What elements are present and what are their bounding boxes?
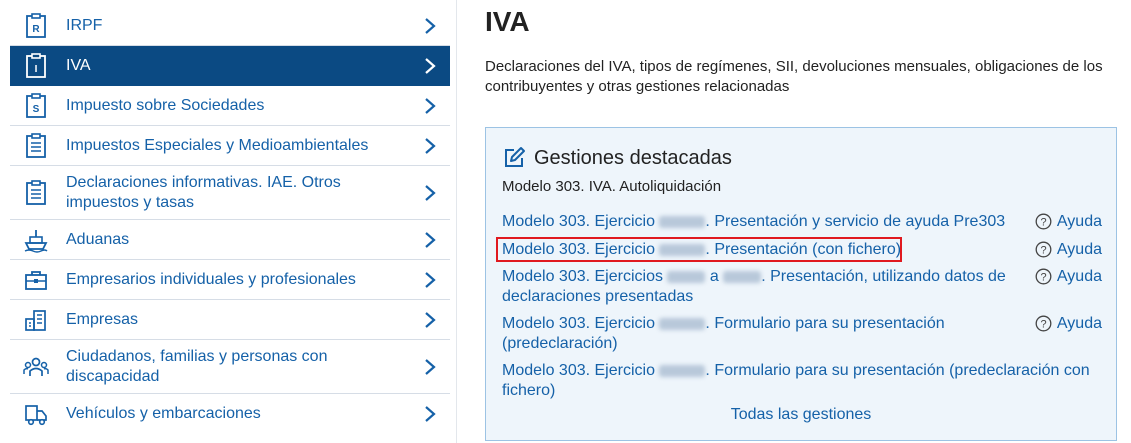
- chevron-right-icon: [424, 271, 436, 289]
- sidebar-item-label: Vehículos y embarcaciones: [66, 405, 261, 422]
- sidebar-item-label: Aduanas: [66, 230, 130, 248]
- sidebar-item-label: Impuesto sobre Sociedades: [66, 96, 265, 114]
- sidebar-item-empresas[interactable]: Empresas: [10, 300, 450, 340]
- featured-procedures-panel: Gestiones destacadas Modelo 303. IVA. Au…: [485, 127, 1117, 441]
- help-link[interactable]: ? Ayuda: [1035, 240, 1102, 260]
- chevron-right-icon: [424, 57, 436, 75]
- chevron-right-icon: [424, 311, 436, 329]
- redacted-year: [723, 270, 762, 283]
- procedure-row: Modelo 303. Ejercicio . Formulario para …: [502, 361, 1102, 401]
- panel-subtitle: Modelo 303. IVA. Autoliquidación: [502, 178, 722, 195]
- sidebar-item-label: Declaraciones informativas. IAE. Otros i…: [66, 173, 341, 211]
- people-icon: [23, 354, 49, 380]
- sidebar-item-iva[interactable]: I IVA: [10, 46, 450, 86]
- panel-title: Gestiones destacadas: [534, 146, 732, 169]
- procedure-row: Modelo 303. Ejercicio . Formulario para …: [502, 314, 1102, 354]
- procedure-row: Modelo 303. Ejercicio . Presentación y s…: [502, 212, 1102, 232]
- sidebar-item-sociedades[interactable]: S Impuesto sobre Sociedades: [10, 86, 450, 126]
- sidebar-item-label: IRPF: [66, 16, 103, 34]
- svg-text:S: S: [33, 104, 40, 115]
- chevron-right-icon: [424, 17, 436, 35]
- help-link[interactable]: ? Ayuda: [1035, 212, 1102, 232]
- svg-text:?: ?: [1040, 245, 1046, 257]
- help-icon: ?: [1035, 213, 1052, 230]
- sidebar-item-empresarios[interactable]: Empresarios individuales y profesionales: [10, 260, 450, 300]
- all-procedures-link[interactable]: Todas las gestiones: [486, 406, 1116, 424]
- form-i-icon: I: [23, 52, 49, 79]
- procedure-link-pre303[interactable]: Modelo 303. Ejercicio . Presentación y s…: [502, 212, 1012, 232]
- form-s-icon: S: [23, 92, 49, 119]
- sidebar-item-label: Impuestos Especiales y Medioambientales: [66, 136, 369, 154]
- page-title: IVA: [485, 6, 530, 37]
- svg-text:I: I: [35, 64, 38, 75]
- form-r-icon: R: [23, 12, 49, 39]
- briefcase-icon: [23, 267, 49, 293]
- help-icon: ?: [1035, 268, 1052, 285]
- svg-text:?: ?: [1040, 272, 1046, 284]
- procedure-link-datos-presentadas[interactable]: Modelo 303. Ejercicios a . Presentación,…: [502, 267, 1012, 307]
- chevron-right-icon: [424, 405, 436, 423]
- redacted-year: [659, 215, 706, 228]
- sidebar-item-aduanas[interactable]: Aduanas: [10, 220, 450, 260]
- vehicle-icon: [23, 401, 49, 427]
- chevron-right-icon: [424, 137, 436, 155]
- help-link[interactable]: ? Ayuda: [1035, 314, 1102, 354]
- svg-text:?: ?: [1040, 217, 1046, 229]
- sidebar-item-vehiculos[interactable]: Vehículos y embarcaciones: [10, 394, 450, 434]
- help-icon: ?: [1035, 315, 1052, 332]
- chevron-right-icon: [424, 231, 436, 249]
- highlight-box: [496, 237, 902, 262]
- ship-icon: [23, 227, 49, 253]
- chevron-right-icon: [424, 358, 436, 376]
- page-description: Declaraciones del IVA, tipos de regímene…: [485, 58, 1103, 95]
- sidebar-item-especiales[interactable]: Impuestos Especiales y Medioambientales: [10, 126, 450, 166]
- sidebar-item-informativas[interactable]: Declaraciones informativas. IAE. Otros i…: [10, 166, 450, 220]
- panel-header: Gestiones destacadas: [502, 146, 732, 170]
- chevron-right-icon: [424, 97, 436, 115]
- edit-icon: [502, 146, 526, 170]
- sidebar-item-label: Empresas: [66, 310, 139, 328]
- sidebar-item-ciudadanos[interactable]: Ciudadanos, familias y personas con disc…: [10, 340, 450, 394]
- sidebar-item-label: Empresarios individuales y profesionales: [66, 270, 356, 288]
- column-divider: [456, 0, 457, 443]
- redacted-year: [659, 317, 706, 330]
- svg-text:?: ?: [1040, 319, 1046, 331]
- procedure-row: Modelo 303. Ejercicios a . Presentación,…: [502, 267, 1102, 307]
- redacted-year: [667, 270, 706, 283]
- buildings-icon: [23, 307, 49, 333]
- sidebar-item-label: IVA: [66, 56, 91, 74]
- sidebar-nav: R IRPF I IVA S Impuesto sobre Sociedades…: [10, 6, 450, 434]
- help-icon: ?: [1035, 241, 1052, 258]
- sidebar-item-label: Ciudadanos, familias y personas con disc…: [66, 347, 328, 385]
- help-link[interactable]: ? Ayuda: [1035, 267, 1102, 307]
- document-icon: [23, 179, 49, 206]
- procedure-link-formulario[interactable]: Modelo 303. Ejercicio . Formulario para …: [502, 314, 1012, 354]
- redacted-year: [659, 364, 706, 377]
- svg-text:R: R: [32, 24, 40, 35]
- document-icon: [23, 132, 49, 159]
- chevron-right-icon: [424, 184, 436, 202]
- sidebar-item-irpf[interactable]: R IRPF: [10, 6, 450, 46]
- procedure-link-formulario-fichero[interactable]: Modelo 303. Ejercicio . Formulario para …: [502, 361, 1092, 401]
